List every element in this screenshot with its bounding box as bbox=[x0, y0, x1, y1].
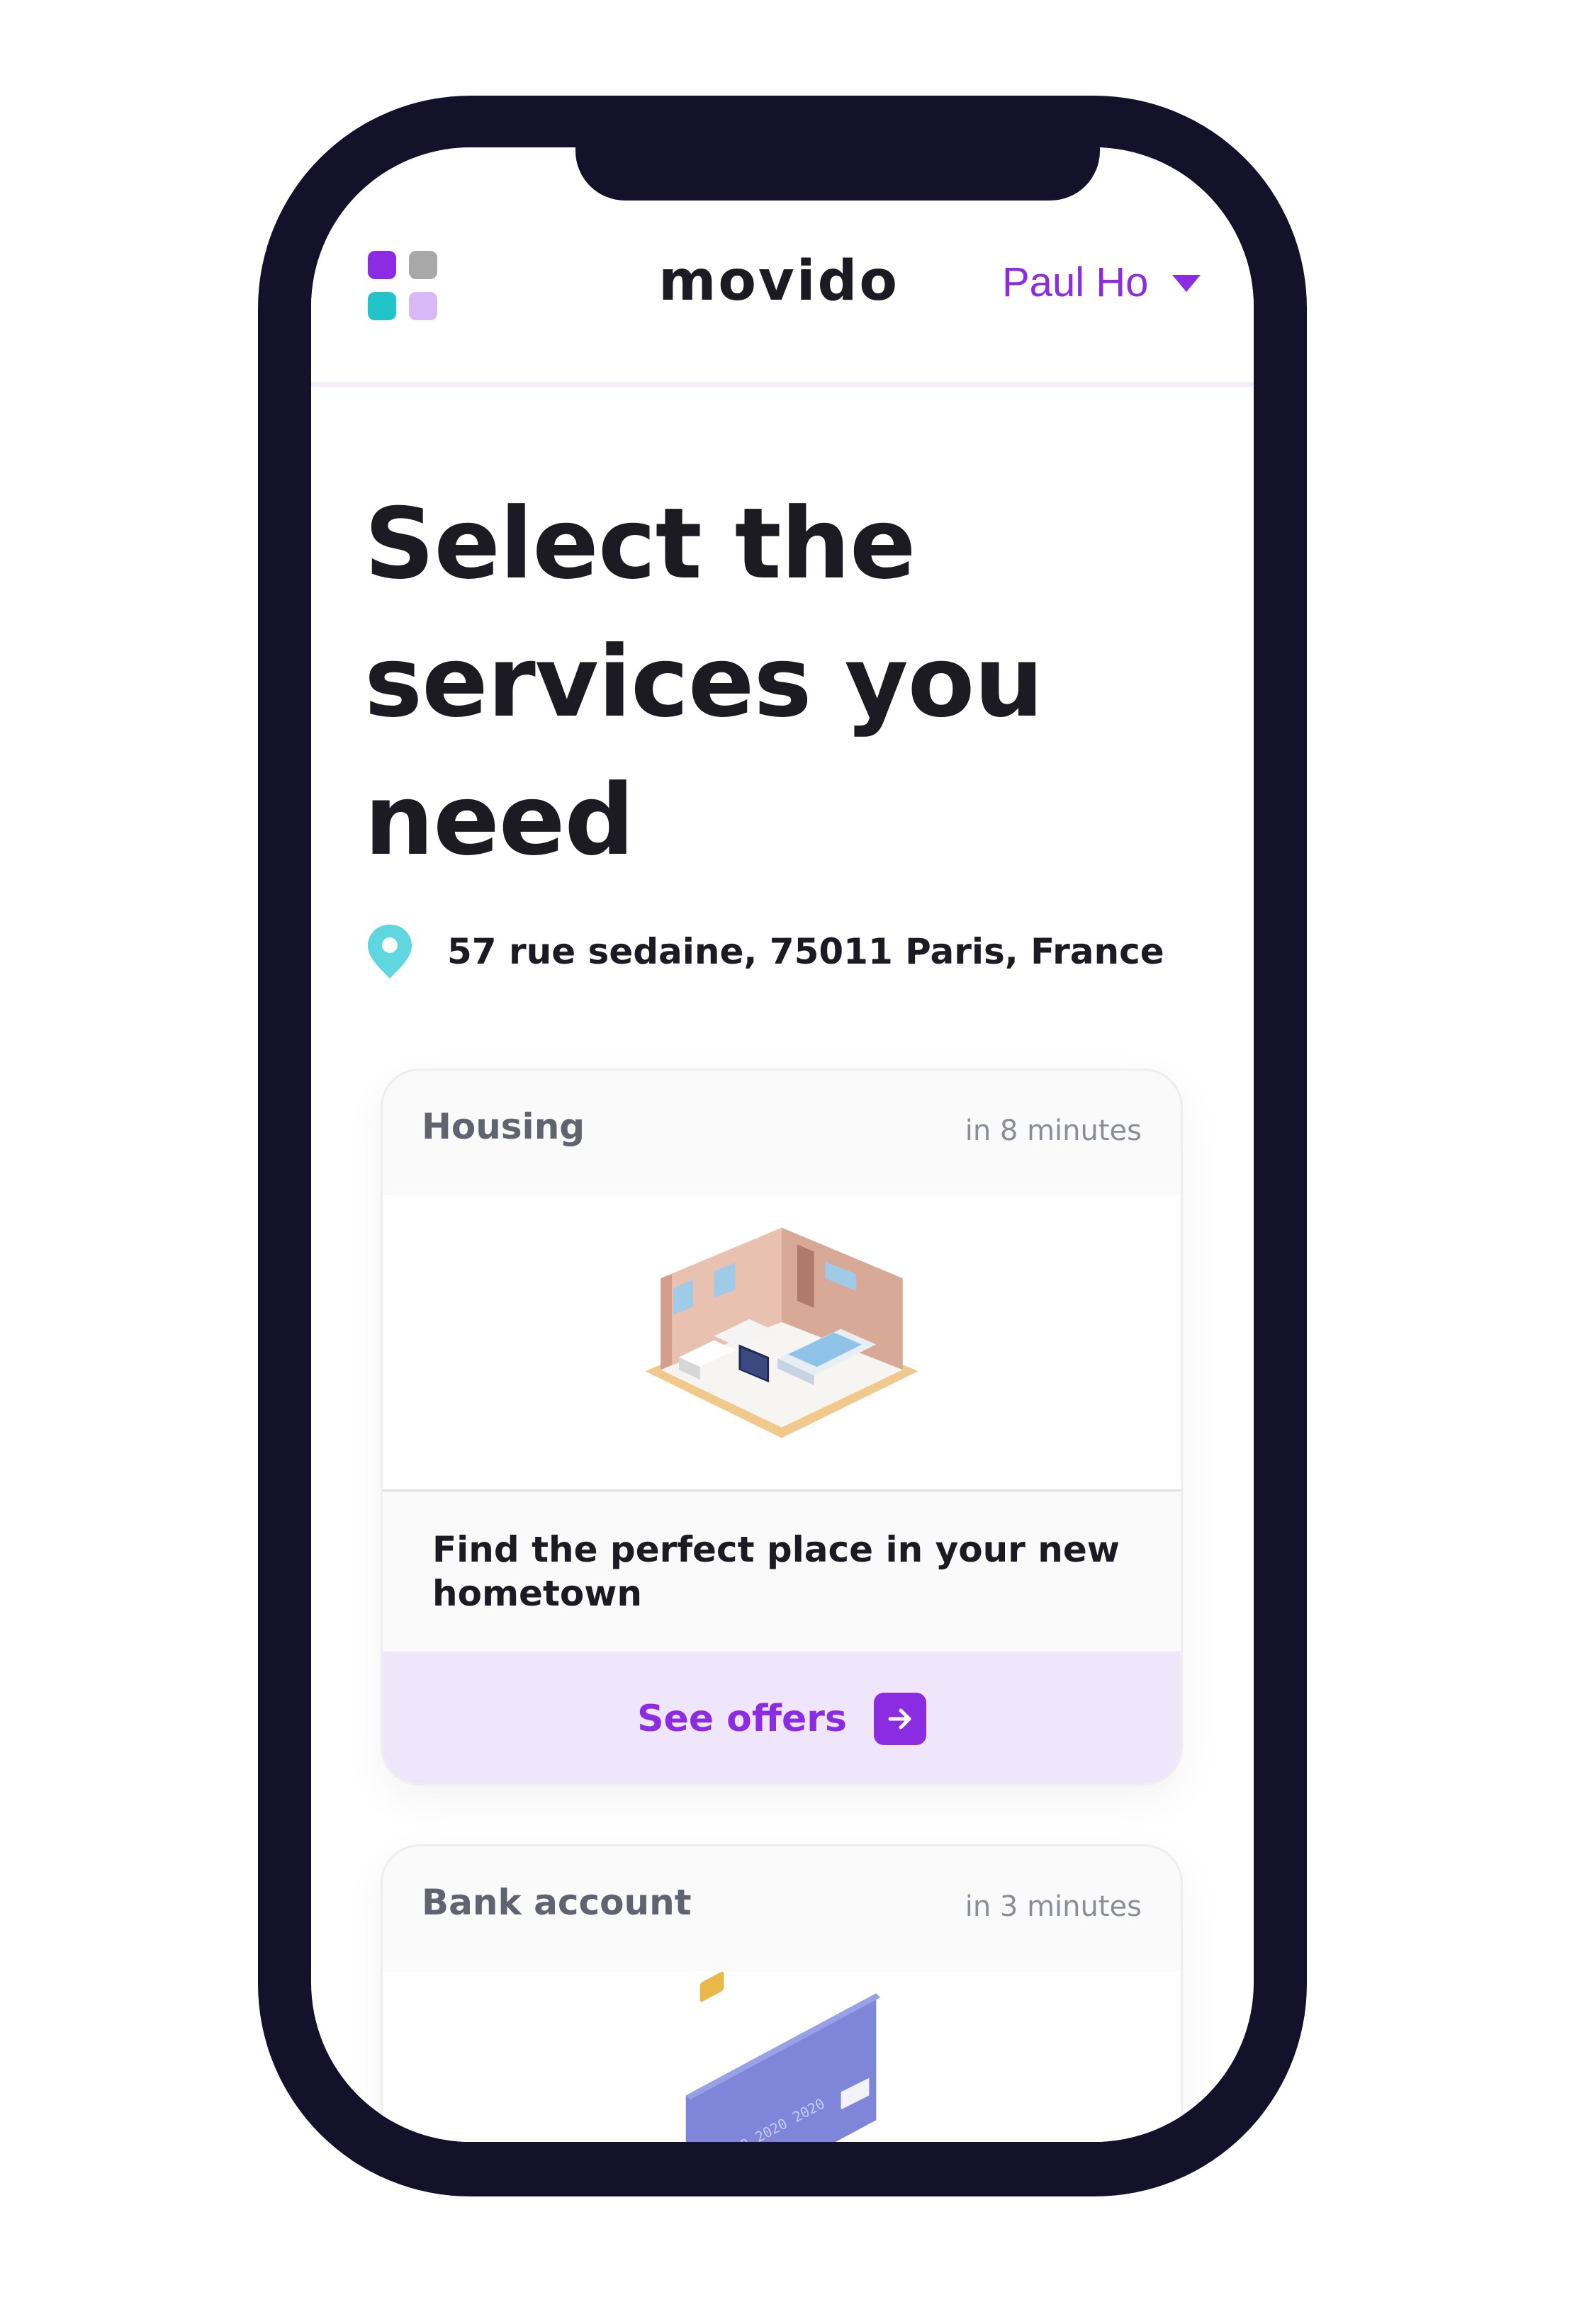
canvas: movido Paul Ho Select the services you n… bbox=[0, 0, 1579, 2324]
card-header: Bank account in 3 minutes bbox=[383, 1846, 1181, 1971]
page-title: Select the services you need bbox=[364, 487, 1044, 877]
menu-grid-icon[interactable] bbox=[368, 251, 437, 320]
logo-square-lilac bbox=[409, 292, 437, 320]
arrow-right-icon bbox=[873, 1693, 926, 1745]
logo-square-teal bbox=[368, 292, 396, 320]
phone-frame: movido Paul Ho Select the services you n… bbox=[258, 96, 1307, 2196]
card-description: Find the perfect place in your new homet… bbox=[432, 1529, 1120, 1614]
card-image: 0000 2020 2020 bbox=[383, 1971, 1181, 2142]
see-offers-button[interactable]: See offers bbox=[383, 1652, 1181, 1783]
card-time: in 3 minutes bbox=[965, 1890, 1142, 1923]
address-text: 57 rue sedaine, 75011 Paris, France bbox=[447, 931, 1164, 972]
card-time: in 8 minutes bbox=[965, 1115, 1142, 1147]
phone-notch bbox=[575, 147, 1100, 201]
bank-card-illustration: 0000 2020 2020 bbox=[685, 1971, 881, 2142]
logo-square-purple bbox=[368, 251, 396, 279]
isometric-bedroom-illustration bbox=[645, 1227, 918, 1438]
user-name: Paul Ho bbox=[1002, 259, 1149, 305]
see-offers-label: See offers bbox=[637, 1698, 847, 1740]
service-card-bank-account: Bank account in 3 minutes 0000 2020 2020 bbox=[381, 1844, 1183, 2142]
service-card-housing: Housing in 8 minutes Find the perfect pl… bbox=[381, 1068, 1183, 1786]
chevron-down-icon bbox=[1172, 275, 1201, 292]
user-menu[interactable]: Paul Ho bbox=[1002, 257, 1201, 307]
card-image bbox=[383, 1195, 1181, 1491]
address-row: 57 rue sedaine, 75011 Paris, France bbox=[366, 923, 1164, 980]
phone-screen: movido Paul Ho Select the services you n… bbox=[311, 147, 1254, 2142]
logo-square-gray bbox=[409, 251, 437, 279]
location-pin-icon bbox=[368, 925, 412, 978]
card-title: Housing bbox=[422, 1106, 585, 1147]
card-header: Housing in 8 minutes bbox=[383, 1071, 1181, 1195]
card-title: Bank account bbox=[422, 1882, 692, 1923]
brand-logo: movido bbox=[658, 249, 899, 313]
